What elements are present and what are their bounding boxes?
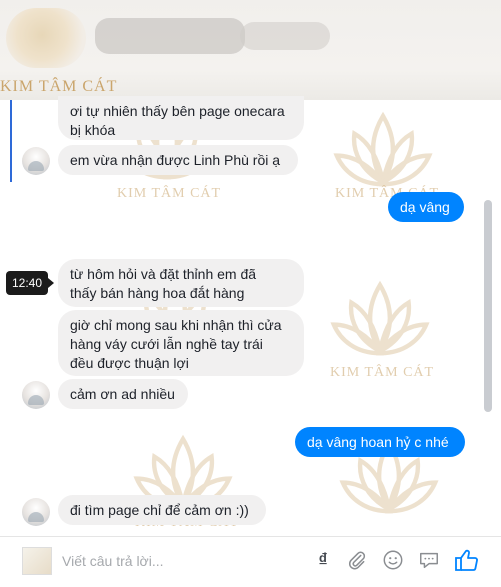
message-line: đều được thuận lợi <box>70 355 189 371</box>
blurred-profile-name <box>95 18 245 54</box>
reply-input[interactable] <box>60 549 264 573</box>
watermark-text: KIM TÂM CÁT <box>330 365 435 380</box>
dong-icon[interactable]: ₫ <box>310 547 336 573</box>
message-line: em vừa nhận được Linh Phù rồi ạ <box>70 152 281 168</box>
brand-logo-text: KIM TÂM CÁT <box>0 78 118 95</box>
sender-avatar[interactable] <box>22 381 50 409</box>
sender-avatar[interactable] <box>22 498 50 526</box>
blurred-profile-avatar <box>6 8 86 68</box>
message-line: từ hôm hỏi và đặt thỉnh em đã <box>70 266 257 282</box>
watermark-text: KIM TÂM CÁT <box>117 186 222 201</box>
outgoing-message[interactable]: dạ vâng hoan hỷ c nhé <box>295 427 465 457</box>
message-line: hàng váy cưới lẫn nghề tay trái <box>70 336 263 352</box>
message-line: đi tìm page chỉ để cảm ơn :)) <box>70 502 249 518</box>
scrollbar-thumb[interactable] <box>484 200 492 412</box>
incoming-message[interactable]: giờ chỉ mong sau khi nhận thì cửa hàng v… <box>58 310 304 376</box>
message-line: dạ vâng <box>400 199 450 215</box>
message-line: ơi tự nhiên thấy bên page onecara <box>70 103 285 119</box>
chat-icon[interactable] <box>416 547 442 573</box>
conversation-header: KIM TÂM CÁT <box>0 0 501 100</box>
message-timestamp: 12:40 <box>6 271 54 295</box>
blurred-profile-name-extra <box>240 22 330 50</box>
incoming-message[interactable]: ơi tự nhiên thấy bên page onecara bị khó… <box>58 96 304 140</box>
paperclip-icon[interactable] <box>344 547 370 573</box>
message-line: bị khóa <box>70 122 116 138</box>
message-line: giờ chỉ mong sau khi nhận thì cửa <box>70 317 282 333</box>
dong-label: ₫ <box>318 549 328 570</box>
message-line: thấy bán hàng hoa đắt hàng <box>70 285 245 301</box>
message-composer: ₫ <box>0 536 501 587</box>
incoming-message[interactable]: từ hôm hỏi và đặt thỉnh em đã thấy bán h… <box>58 259 304 307</box>
incoming-message[interactable]: cảm ơn ad nhiều <box>58 379 188 409</box>
incoming-message[interactable]: đi tìm page chỉ để cảm ơn :)) <box>58 495 266 525</box>
sender-avatar[interactable] <box>22 147 50 175</box>
emoji-icon[interactable] <box>380 547 406 573</box>
composer-avatar-thumbnail <box>22 547 52 575</box>
like-icon[interactable] <box>452 547 482 573</box>
incoming-message[interactable]: em vừa nhận được Linh Phù rồi ạ <box>58 145 298 175</box>
message-line: dạ vâng hoan hỷ c nhé <box>307 434 449 450</box>
unread-indicator-bar <box>10 100 12 182</box>
message-line: cảm ơn ad nhiều <box>70 386 175 402</box>
outgoing-message[interactable]: dạ vâng <box>388 192 464 222</box>
